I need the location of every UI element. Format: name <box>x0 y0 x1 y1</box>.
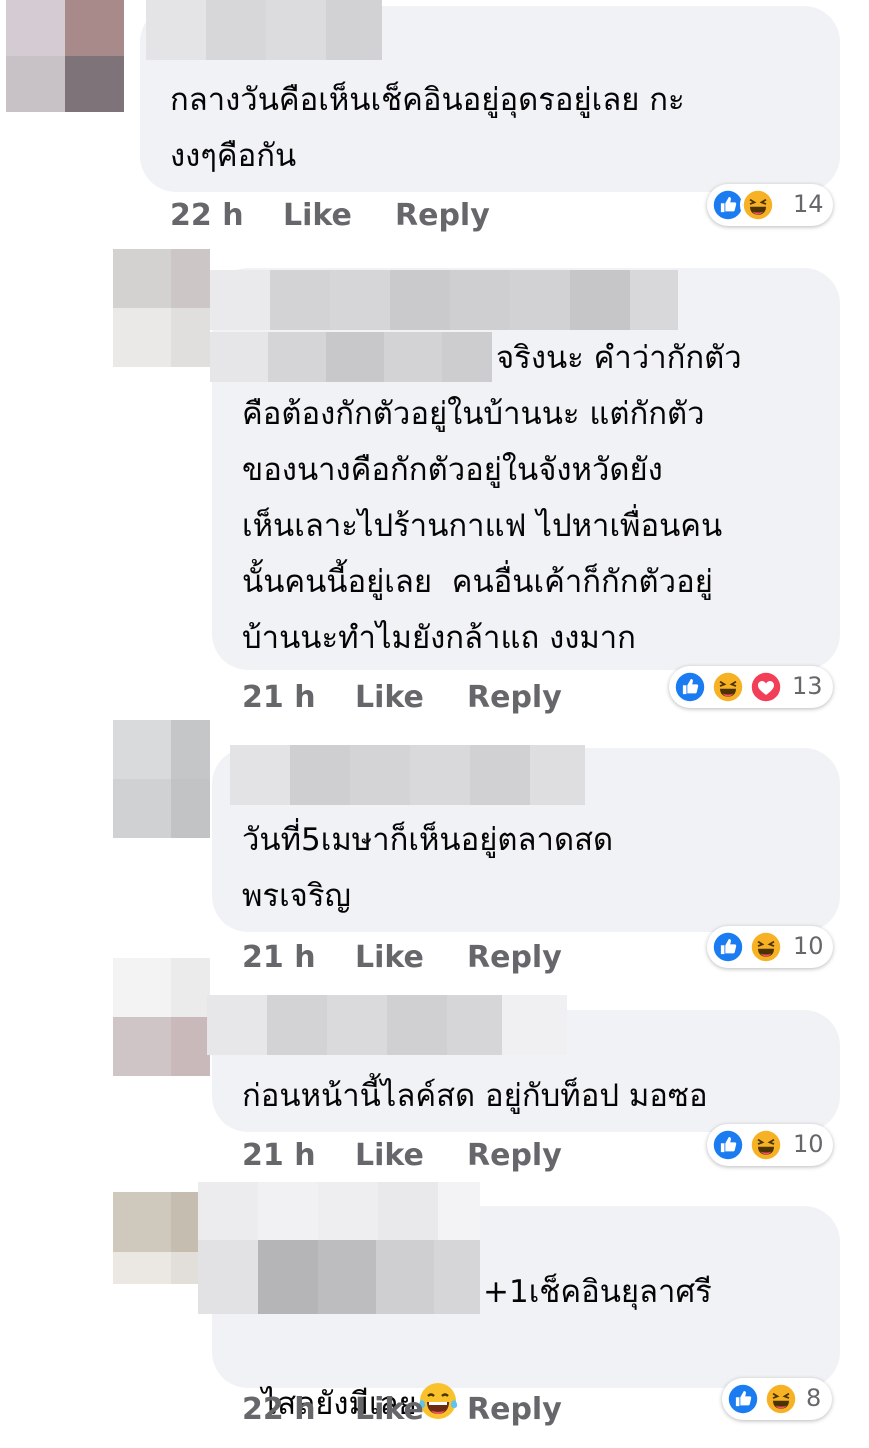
reaction-summary[interactable]: 10 <box>707 926 833 968</box>
comment-timestamp[interactable]: 21 h <box>242 1138 316 1173</box>
comment-timestamp[interactable]: 22 h <box>170 198 244 233</box>
avatar[interactable] <box>6 0 124 112</box>
reaction-summary[interactable]: 13 <box>669 666 833 708</box>
reply-link[interactable]: Reply <box>467 940 562 975</box>
like-link[interactable]: Like <box>355 940 424 975</box>
reaction-summary[interactable]: 10 <box>707 1124 833 1166</box>
commenter-name-blurred[interactable] <box>146 0 382 60</box>
comment-text: ก่อนหน้านี้ไลค์สด อยู่กับท็อป มอซอ <box>242 1078 708 1114</box>
like-link[interactable]: Like <box>355 680 424 715</box>
like-icon <box>710 1127 746 1163</box>
reply-link[interactable]: Reply <box>467 680 562 715</box>
haha-icon <box>710 669 746 705</box>
like-icon <box>725 1381 761 1417</box>
avatar[interactable] <box>113 720 210 838</box>
comment-timestamp[interactable]: 22 h <box>242 1392 316 1427</box>
commenter-name-blurred[interactable] <box>230 745 585 805</box>
reaction-summary[interactable]: 14 <box>707 184 833 226</box>
reply-link[interactable]: Reply <box>467 1392 562 1427</box>
reaction-count: 13 <box>792 672 823 700</box>
comment-text: คือต้องกักตัวอยู่ในบ้านนะ แต่กักตัว ของน… <box>242 396 723 656</box>
avatar[interactable] <box>113 958 210 1076</box>
reply-link[interactable]: Reply <box>467 1138 562 1173</box>
comment-text: กลางวันคือเห็นเช็คอินอยู่อุดรอยู่เลย กะ … <box>170 82 685 174</box>
haha-icon <box>748 929 784 965</box>
commenter-name-blurred[interactable] <box>207 995 567 1055</box>
reaction-count: 8 <box>806 1384 822 1412</box>
avatar[interactable] <box>113 1192 210 1284</box>
comment-text-lead: จริงนะ คำว่ากักตัว <box>496 340 742 376</box>
comment-text: วันที่5เมษาก็เห็นอยู่ตลาดสด พรเจริญ <box>242 822 614 914</box>
comment-timestamp[interactable]: 21 h <box>242 940 316 975</box>
like-link[interactable]: Like <box>355 1392 424 1427</box>
like-link[interactable]: Like <box>283 198 352 233</box>
reaction-count: 10 <box>793 932 824 960</box>
reaction-count: 10 <box>793 1130 824 1158</box>
haha-icon <box>748 1127 784 1163</box>
commenter-name-blurred[interactable] <box>210 332 492 382</box>
comment-timestamp[interactable]: 21 h <box>242 680 316 715</box>
reaction-summary[interactable]: 8 <box>722 1378 832 1420</box>
comment-text-lead: +1เช็คอินยุลาศรี <box>483 1274 712 1310</box>
reply-link[interactable]: Reply <box>395 198 490 233</box>
like-icon <box>672 669 708 705</box>
commenter-name-blurred[interactable] <box>198 1182 480 1314</box>
haha-icon <box>740 187 776 223</box>
like-link[interactable]: Like <box>355 1138 424 1173</box>
commenter-name-blurred[interactable] <box>210 270 678 330</box>
love-icon <box>748 669 784 705</box>
like-icon <box>710 929 746 965</box>
reaction-count: 14 <box>793 190 824 218</box>
haha-icon <box>763 1381 799 1417</box>
avatar[interactable] <box>113 249 210 367</box>
